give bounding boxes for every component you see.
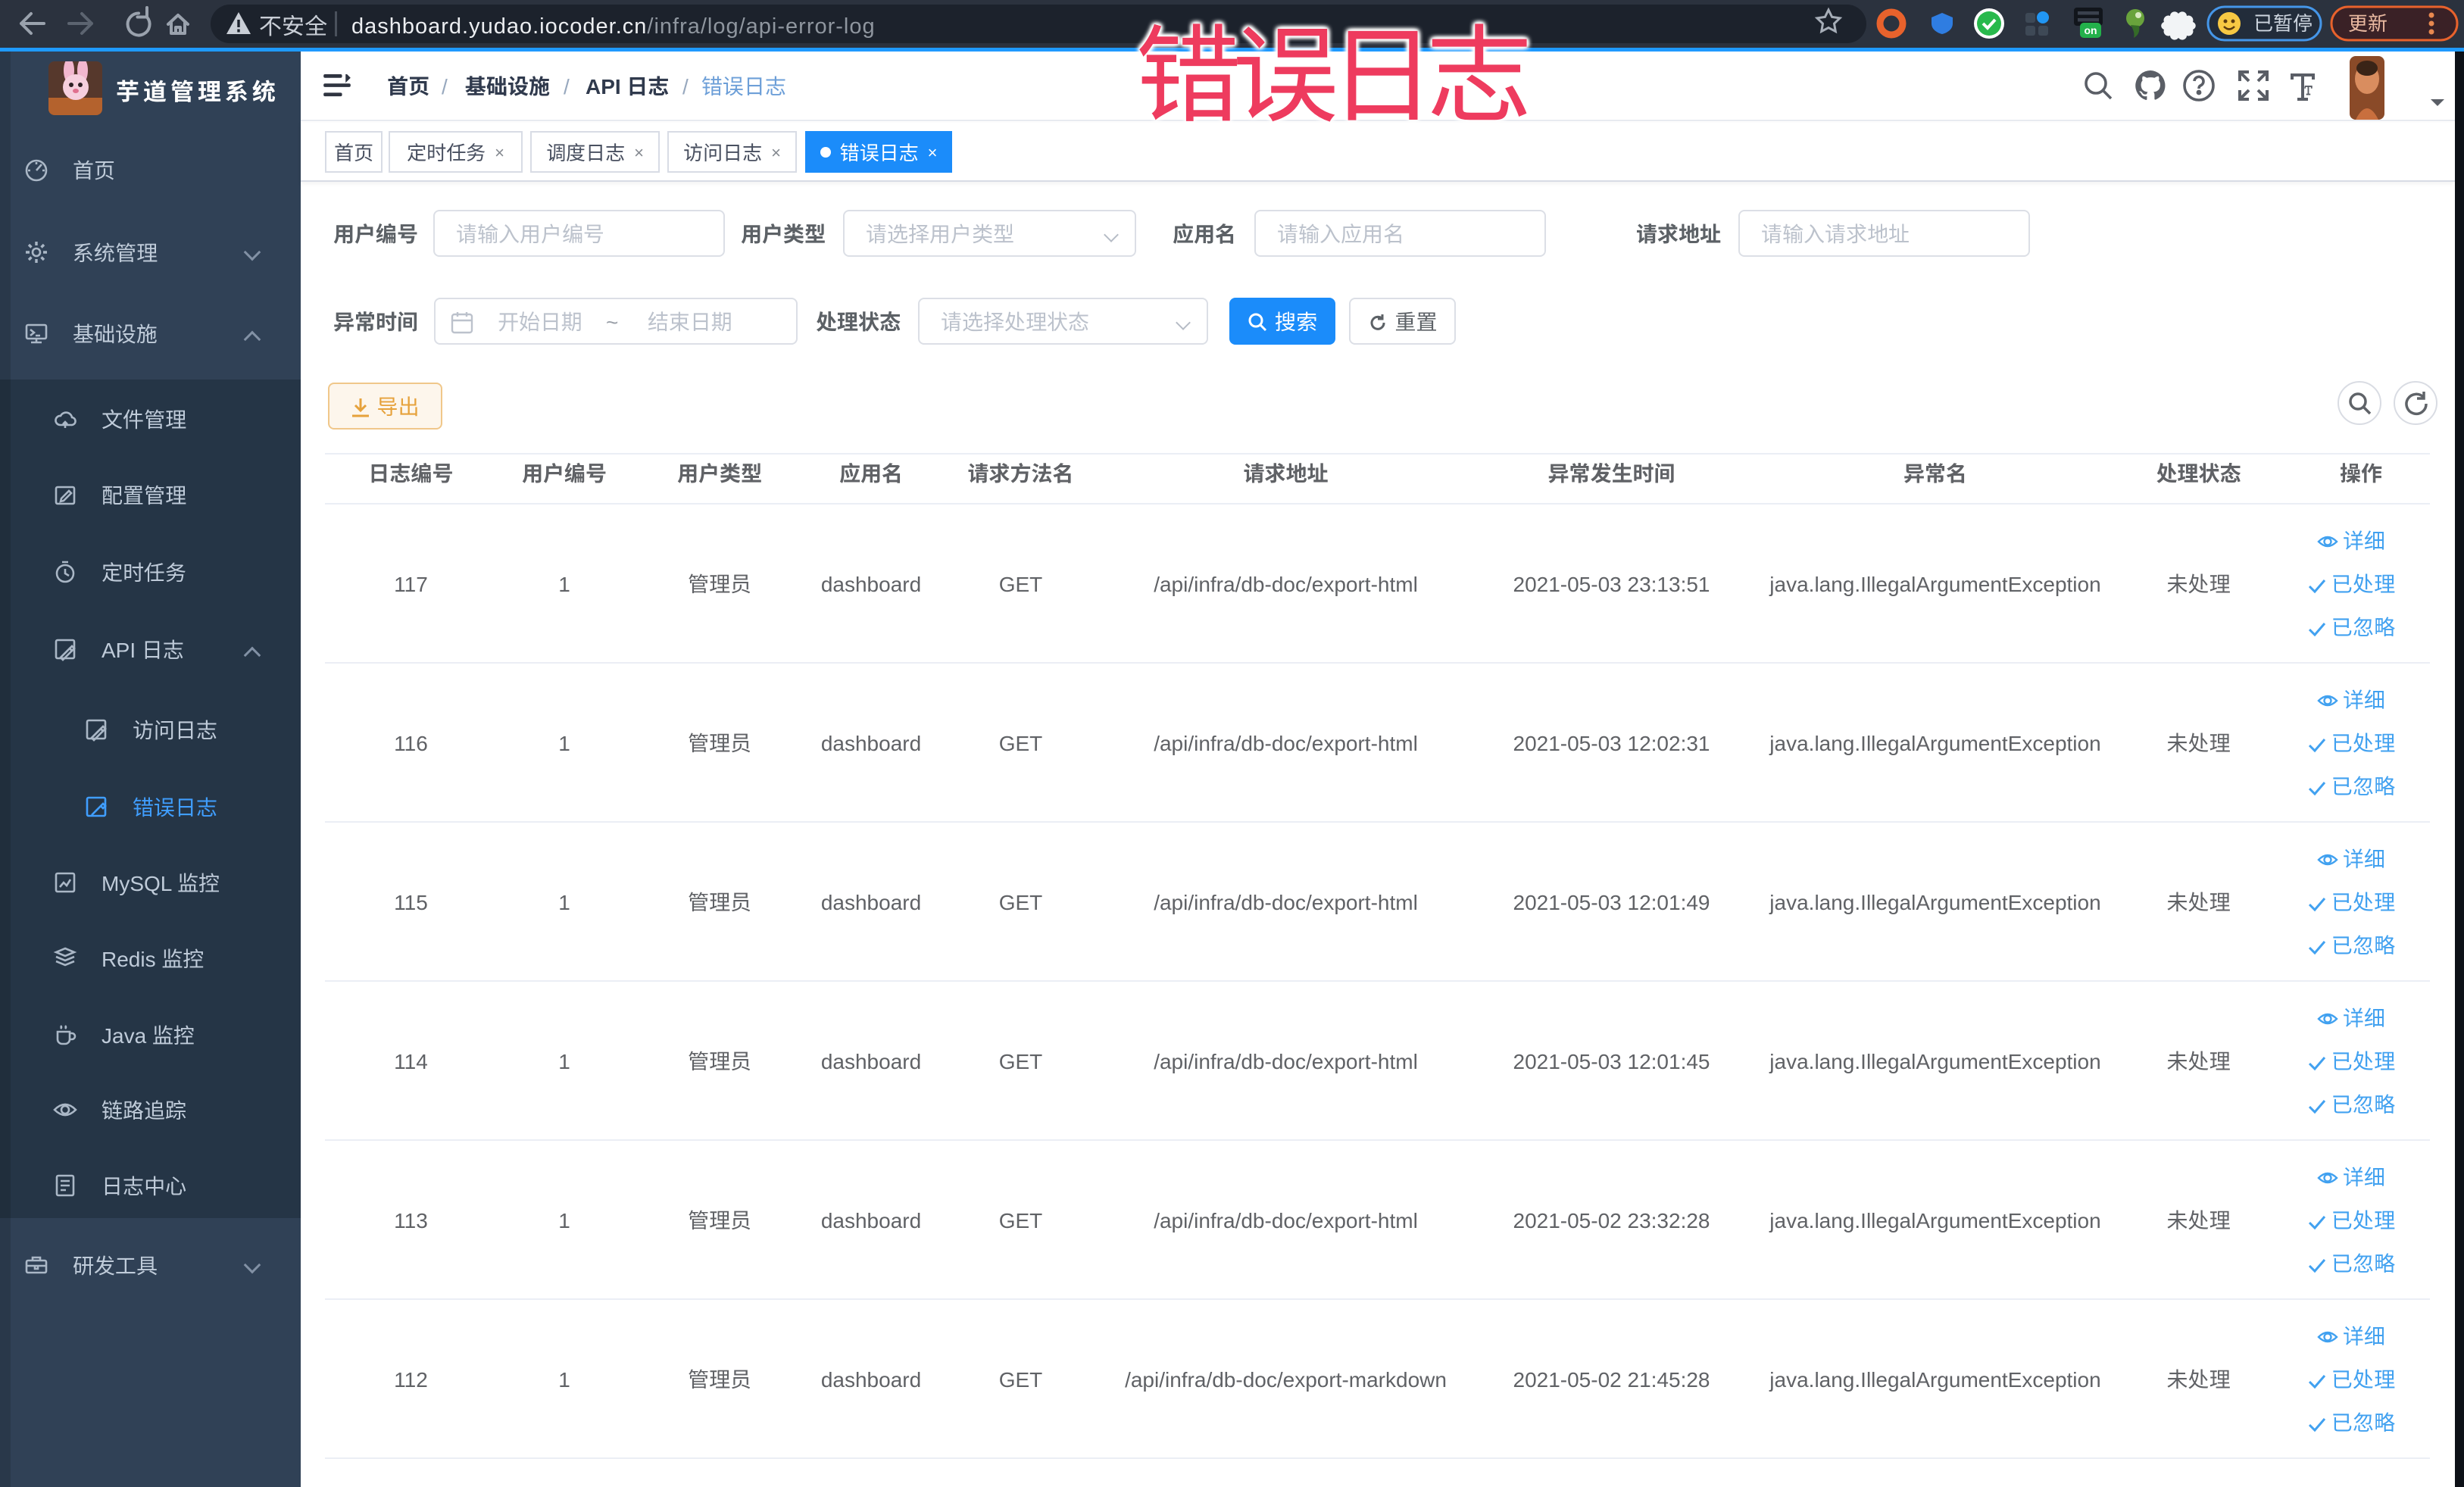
svg-text:已暂停: 已暂停 [2253, 8, 2313, 36]
svg-text:on: on [2084, 23, 2097, 38]
svg-text:更新: 更新 [2348, 8, 2387, 36]
